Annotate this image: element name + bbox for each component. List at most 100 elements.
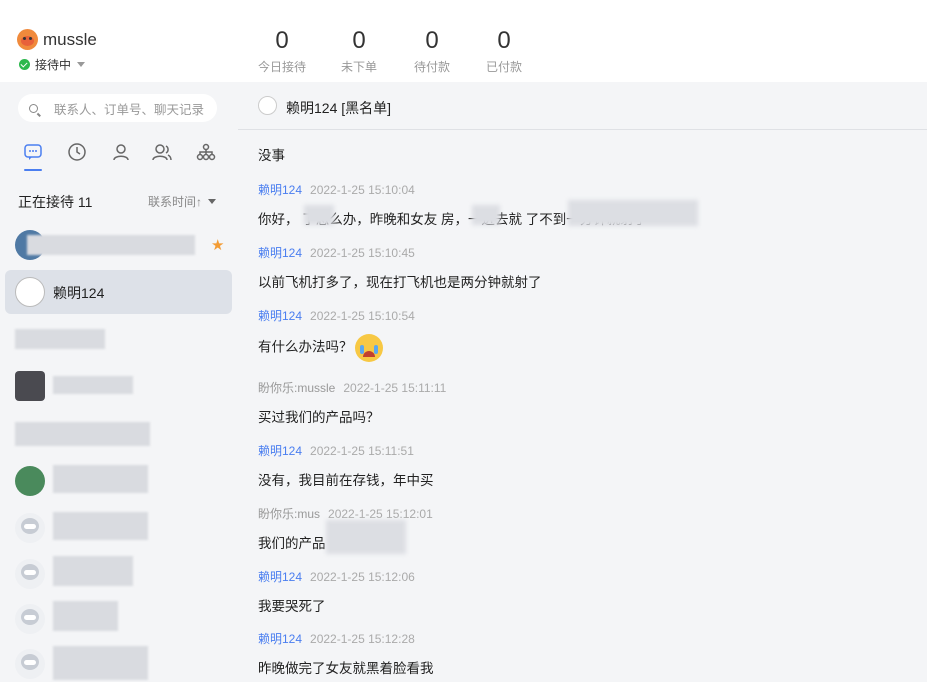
brand-name: mussle <box>43 29 97 49</box>
queue-title: 正在接待 11 <box>18 194 93 210</box>
blurred-name <box>15 422 150 446</box>
user-icon <box>113 144 129 161</box>
avatar <box>15 371 45 401</box>
contact-item[interactable] <box>5 317 232 361</box>
tab-organization[interactable] <box>194 142 218 168</box>
contact-item[interactable] <box>5 412 232 456</box>
robot-avatar-icon <box>15 559 45 589</box>
tab-contacts[interactable] <box>109 142 133 168</box>
contact-item[interactable] <box>5 506 232 550</box>
contact-item-active[interactable]: 赖明124 <box>5 270 232 314</box>
redaction <box>304 205 334 225</box>
chat-bubble-icon <box>24 144 42 160</box>
message: 赖明124 2022-1-25 15:12:06 我要哭死了 <box>258 568 415 615</box>
timestamp: 2022-1-25 15:10:04 <box>310 183 415 197</box>
timestamp: 2022-1-25 15:12:06 <box>310 570 415 584</box>
blurred-name <box>27 235 195 255</box>
sender: 盼你乐:mus <box>258 507 321 521</box>
contact-item[interactable] <box>5 459 232 503</box>
contact-item[interactable] <box>5 597 232 641</box>
timestamp: 2022-1-25 15:11:11 <box>343 381 447 395</box>
sender: 赖明124 <box>258 444 303 458</box>
caret-down-icon <box>208 199 217 204</box>
org-icon <box>196 143 216 161</box>
message-text: 没事 <box>258 148 285 163</box>
timestamp: 2022-1-25 15:10:45 <box>310 246 415 260</box>
search-input[interactable]: 联系人、订单号、聊天记录 <box>18 94 217 122</box>
avatar <box>15 277 45 307</box>
blurred-name <box>53 556 133 586</box>
message-text: 有什么办法吗？ <box>258 334 415 362</box>
timestamp: 2022-1-25 15:12:28 <box>310 632 415 646</box>
sidebar-tabs <box>0 142 238 172</box>
stat-label: 今日接待 <box>257 60 306 74</box>
stat-pending-payment[interactable]: 0 待付款 <box>397 28 467 75</box>
group-icon <box>152 144 172 161</box>
stat-value: 0 <box>425 27 439 54</box>
contact-item[interactable]: ★ <box>5 223 232 267</box>
message: 赖明124 2022-1-25 15:12:28 昨晚做完了女友就黑着脸看我 <box>258 630 434 677</box>
sidebar: 联系人、订单号、聊天记录 正在接待 11 联系时间↑ ★ 赖明124 <box>0 82 238 682</box>
stat-value: 0 <box>275 27 289 54</box>
stat-label: 未下单 <box>340 60 377 74</box>
blurred-name <box>53 601 118 631</box>
message: 赖明124 2022-1-25 15:10:54 有什么办法吗？ <box>258 307 415 362</box>
message: 赖明124 2022-1-25 15:10:45 以前飞机打多了，现在打飞机也是两… <box>258 244 542 291</box>
timestamp: 2022-1-25 15:11:51 <box>310 444 414 458</box>
chat-header: 赖明124 [黑名单] <box>238 82 927 130</box>
stat-value: 0 <box>352 27 366 54</box>
sort-dropdown[interactable]: 联系时间↑ <box>148 193 217 210</box>
stat-today[interactable]: 0 今日接待 <box>247 28 317 75</box>
blurred-name <box>53 376 133 394</box>
message: 盼你乐:mussle 2022-1-25 15:11:11 买过我们的产品吗？ <box>258 379 446 426</box>
status-dropdown[interactable]: 接待中 <box>19 56 86 73</box>
status-label: 接待中 <box>35 58 72 72</box>
avatar <box>15 466 45 496</box>
tab-groups[interactable] <box>150 142 174 168</box>
clock-icon <box>68 143 86 161</box>
message-meta: 赖明124 2022-1-25 15:12:28 <box>258 630 434 647</box>
message-meta: 赖明124 2022-1-25 15:11:51 <box>258 442 434 459</box>
stat-value: 0 <box>497 27 511 54</box>
search-icon <box>29 103 38 113</box>
message-meta: 赖明124 2022-1-25 15:10:54 <box>258 307 415 324</box>
sender: 赖明124 <box>258 570 303 584</box>
redaction <box>326 520 406 554</box>
stat-unordered[interactable]: 0 未下单 <box>324 28 394 75</box>
message-meta: 赖明124 2022-1-25 15:10:04 <box>258 181 647 198</box>
contact-item[interactable] <box>5 552 232 596</box>
blurred-name <box>53 646 148 680</box>
timestamp: 2022-1-25 15:12:01 <box>328 507 433 521</box>
stat-label: 待付款 <box>413 60 450 74</box>
search-placeholder: 联系人、订单号、聊天记录 <box>54 102 205 117</box>
sender: 赖明124 <box>258 246 303 260</box>
message-meta: 赖明124 2022-1-25 15:12:06 <box>258 568 415 585</box>
caret-down-icon <box>77 62 86 67</box>
stat-paid[interactable]: 0 已付款 <box>469 28 539 75</box>
sender: 赖明124 <box>258 309 303 323</box>
blurred-name <box>15 329 105 349</box>
check-icon <box>19 59 30 70</box>
stat-label: 已付款 <box>485 60 522 74</box>
robot-avatar-icon <box>15 513 45 543</box>
message-meta: 盼你乐:mussle 2022-1-25 15:11:11 <box>258 379 446 396</box>
contact-item[interactable] <box>5 642 232 682</box>
timestamp: 2022-1-25 15:10:54 <box>310 309 415 323</box>
redaction <box>472 205 500 225</box>
sort-label: 联系时间↑ <box>148 195 203 209</box>
sender: 盼你乐:mussle <box>258 381 336 395</box>
message-text: 以前飞机打多了，现在打飞机也是两分钟就射了 <box>258 275 542 290</box>
message: 没事 <box>258 144 285 164</box>
message: 赖明124 2022-1-25 15:11:51 没有，我目前在存钱，年中买 <box>258 442 434 489</box>
message-text-content: 有什么办法吗？ <box>258 339 353 355</box>
message-text: 昨晚做完了女友就黑着脸看我 <box>258 661 434 676</box>
message-text: 我要哭死了 <box>258 599 326 614</box>
message-text: 买过我们的产品吗？ <box>258 410 380 425</box>
contact-item[interactable] <box>5 364 232 408</box>
tab-history[interactable] <box>65 142 89 168</box>
star-icon[interactable]: ★ <box>211 238 224 253</box>
brand: mussle <box>17 29 97 50</box>
tab-chats[interactable] <box>21 142 45 171</box>
blurred-name <box>53 465 148 493</box>
brand-avatar <box>17 29 38 50</box>
